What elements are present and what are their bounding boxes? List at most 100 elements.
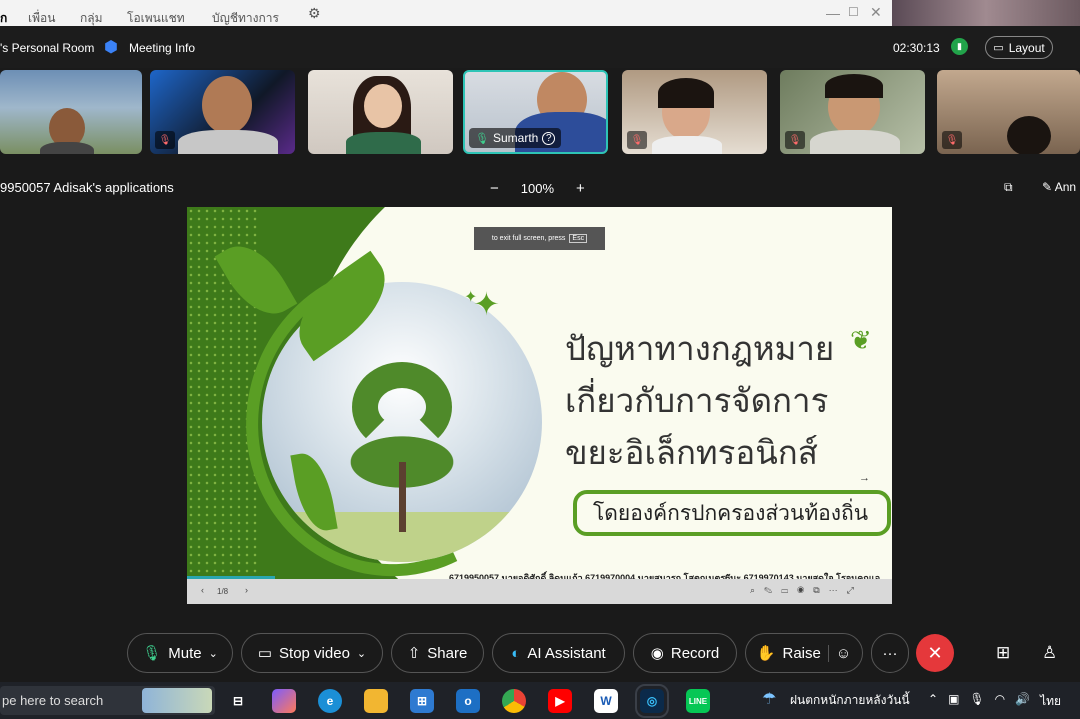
video-tile[interactable]: 🎙 [150, 70, 295, 154]
weather-rain-icon: ☂ [762, 691, 777, 708]
chevron-down-icon[interactable]: ⌄ [209, 647, 218, 660]
share-button[interactable]: ⇧ Share [391, 633, 484, 673]
meeting-timer: 02:30:13 [893, 41, 940, 55]
slide-title-line2: เกี่ยวกับการจัดการ [565, 381, 829, 420]
meet-now-icon[interactable]: ▣ [948, 692, 959, 711]
cursor-arrow-icon: → [859, 472, 870, 484]
annotate-label: Ann [1054, 180, 1077, 194]
youtube-icon[interactable]: ▶ [548, 689, 572, 713]
ai-assistant-label: AI Assistant [527, 644, 606, 662]
record-icon: ◉ [650, 645, 664, 662]
video-tile[interactable]: 🎙 [622, 70, 767, 154]
language-indicator[interactable]: ไทย [1040, 692, 1061, 711]
slide-toolbar: ‹ 1/8 › ⌕✎▭◉⧉⋯⤢ [187, 579, 892, 604]
chrome-icon[interactable] [502, 689, 526, 713]
close-icon: ✕ [927, 642, 943, 663]
system-tray: ⌃ ▣ 🎙 ◠ 🔊 ไทย [928, 692, 1061, 711]
participants-icon[interactable]: ♙ [1042, 643, 1057, 663]
filter-icon[interactable]: ⚙ [308, 5, 321, 22]
outlook-icon[interactable]: o [456, 689, 480, 713]
video-tile[interactable] [308, 70, 453, 154]
mic-icon: 🎙 [142, 645, 162, 662]
leaf-icon: ❦ [850, 325, 872, 355]
edge-icon[interactable]: e [318, 689, 342, 713]
esc-key-label: Esc [569, 234, 588, 243]
pop-out-icon[interactable]: ⧉ [1004, 180, 1013, 195]
webex-icon[interactable]: ◎ [635, 684, 669, 718]
annotate-button[interactable]: ✎ Ann [1042, 180, 1076, 194]
hand-icon: ✋ [756, 645, 776, 662]
mute-label: Mute [168, 644, 202, 662]
minimize-icon[interactable]: — [826, 5, 840, 21]
background-app-strip: ก เพื่อน กลุ่ม โอเพนแชท บัญชีทางการ ⚙ — … [0, 0, 892, 26]
share-title: 9950057 Adisak's applications [0, 180, 174, 195]
word-icon[interactable]: W [594, 689, 618, 713]
zoom-out-button[interactable]: − [490, 180, 499, 197]
slide-title-line3: ขยะอิเล็กทรอนิกส์ [565, 433, 818, 472]
chevron-down-icon[interactable]: ⌄ [357, 647, 366, 660]
record-button[interactable]: ◉ Record [633, 633, 737, 673]
camera-icon: ▭ [257, 645, 273, 662]
mute-button[interactable]: 🎙 Mute ⌄ [127, 633, 233, 673]
chevron-up-icon[interactable]: ⌃ [928, 692, 938, 711]
layout-label: Layout [1008, 40, 1045, 55]
next-slide-icon[interactable]: › [245, 585, 248, 595]
video-tile[interactable] [0, 70, 142, 154]
share-screen-icon: ⇧ [407, 645, 421, 662]
layout-button[interactable]: ▭ Layout [985, 36, 1053, 59]
line-icon[interactable]: LINE [686, 689, 710, 713]
file-explorer-icon[interactable] [364, 689, 388, 713]
slide-page-indicator: 1/8 [217, 587, 229, 596]
slide-tools-icons[interactable]: ⌕✎▭◉⧉⋯⤢ [750, 585, 863, 596]
esc-hint-text: to exit full screen, press [491, 235, 566, 242]
ai-assistant-button[interactable]: ◐ AI Assistant [492, 633, 625, 673]
zoom-level: 100% [520, 181, 555, 196]
search-highlight-image [142, 688, 212, 713]
raise-label: Raise [782, 644, 821, 662]
muted-mic-icon: 🎙 [785, 131, 805, 149]
prev-slide-icon[interactable]: ‹ [201, 585, 204, 595]
muted-mic-icon: 🎙 [155, 131, 175, 149]
stop-video-button[interactable]: ▭ Stop video ⌄ [241, 633, 383, 673]
windows-taskbar: pe here to search ⊟ e ⊞ o ▶ W ◎ LINE ☂ ฝ… [0, 682, 1080, 719]
record-label: Record [670, 644, 720, 662]
room-name: 's Personal Room [0, 41, 95, 55]
video-tile-active-speaker[interactable]: 🎙 Sumarth ? [463, 70, 608, 154]
meeting-top-bar: 's Personal Room ⬢ Meeting Info 02:30:13… [0, 26, 1080, 68]
microphone-icon[interactable]: 🎙 [969, 692, 984, 711]
task-view-icon[interactable]: ⊟ [226, 689, 250, 713]
ai-assistant-icon: ◐ [511, 644, 521, 662]
wifi-icon[interactable]: ◠ [995, 692, 1005, 711]
apps-icon[interactable]: ⊞ [996, 643, 1010, 663]
zoom-in-button[interactable]: + [576, 180, 585, 197]
meeting-info-link[interactable]: Meeting Info [129, 41, 195, 55]
desktop-photo [892, 0, 1080, 26]
close-icon[interactable]: ✕ [870, 4, 882, 21]
taskbar-search[interactable]: pe here to search [0, 686, 215, 715]
video-tile[interactable]: 🎙 [780, 70, 925, 154]
search-placeholder: pe here to search [2, 693, 104, 708]
network-health-icon[interactable]: ▮ [951, 38, 968, 55]
stop-video-label: Stop video [279, 644, 350, 662]
copilot-icon[interactable] [272, 689, 296, 713]
volume-icon[interactable]: 🔊 [1015, 692, 1030, 711]
weather-text[interactable]: ฝนตกหนักภายหลังวันนี้ [790, 691, 910, 710]
reactions-icon[interactable]: ☺ [827, 644, 851, 662]
muted-mic-icon: 🎙 [627, 131, 647, 149]
more-options-button[interactable]: ··· [871, 633, 909, 673]
end-meeting-button[interactable]: ✕ [916, 634, 954, 672]
more-label: ··· [882, 644, 898, 662]
mic-icon: 🎙 [475, 132, 489, 145]
shared-slide: ✦ ✦ ปัญหาทางกฎหมาย ❦ เกี่ยวกับการจัดการ … [187, 207, 892, 604]
sparkle-icon: ✦ [464, 289, 478, 306]
maximize-icon[interactable]: ☐ [848, 5, 859, 19]
video-tile[interactable]: 🎙 [937, 70, 1080, 154]
muted-mic-icon: 🎙 [942, 131, 962, 149]
store-icon[interactable]: ⊞ [410, 689, 434, 713]
participant-name-chip: 🎙 Sumarth ? [469, 128, 562, 148]
layout-icon: ▭ [993, 42, 1004, 54]
help-icon: ? [542, 131, 556, 145]
raise-hand-button[interactable]: ✋ Raise ☺ [745, 633, 863, 673]
fullscreen-exit-hint: to exit full screen, press Esc [474, 227, 605, 250]
share-header: 9950057 Adisak's applications − 100% + ⧉… [0, 172, 1080, 202]
